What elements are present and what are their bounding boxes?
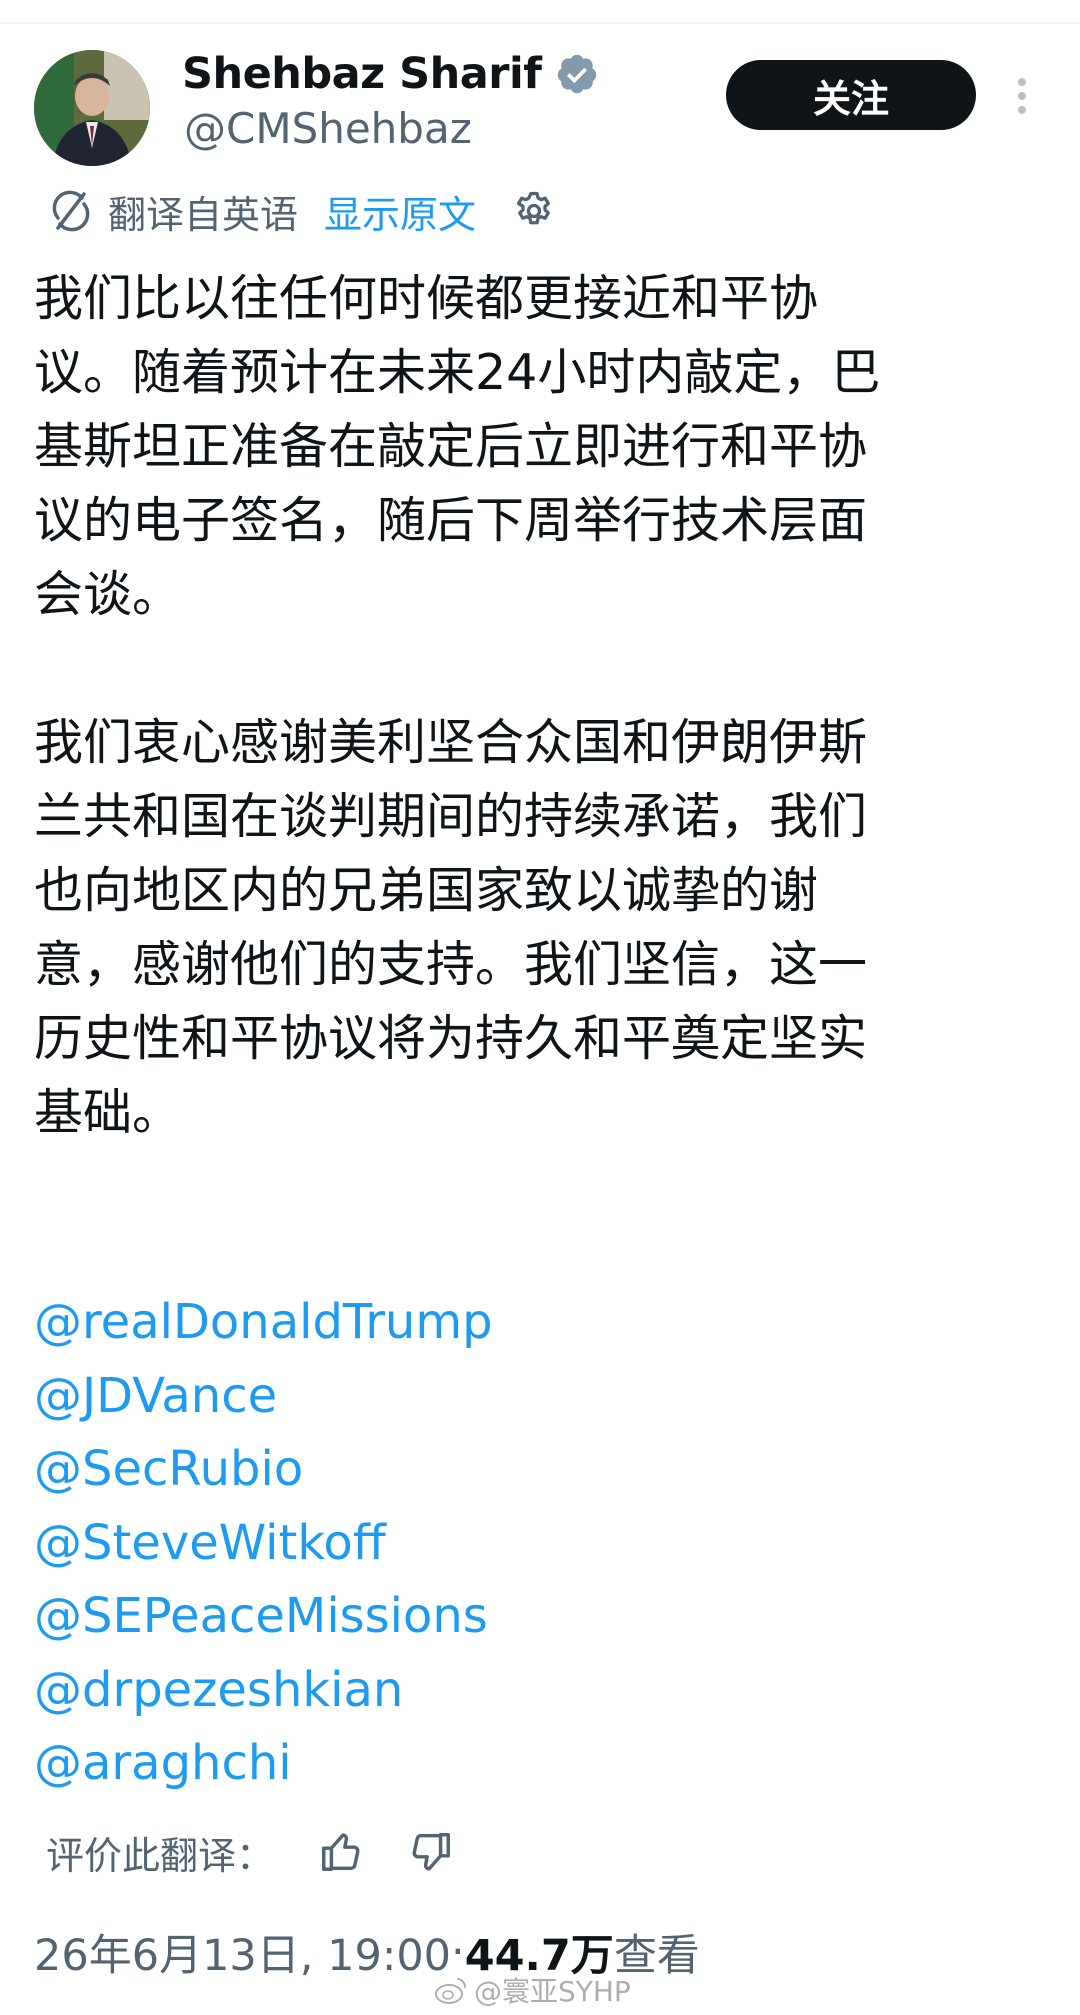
translation-bar: 翻译自英语 显示原文 bbox=[48, 178, 556, 244]
mentions-list: @realDonaldTrump @JDVance @SecRubio @Ste… bbox=[34, 1286, 493, 1801]
translated-from-label: 翻译自英语 bbox=[108, 192, 299, 237]
tweet-text-line: 历史性和平协议将为持久和平奠定坚实 bbox=[34, 1010, 868, 1067]
display-name[interactable]: Shehbaz Sharif bbox=[182, 49, 542, 99]
mention-link[interactable]: @SEPeaceMissions bbox=[34, 1580, 493, 1654]
thumbs-up-icon[interactable] bbox=[318, 1829, 364, 1875]
mention-link[interactable]: @drpezeshkian bbox=[34, 1654, 493, 1728]
tweet-text-line: 会谈。 bbox=[34, 566, 182, 623]
rate-translation-row: 评价此翻译： bbox=[46, 1822, 454, 1882]
tweet-text-line: 基础。 bbox=[34, 1084, 182, 1141]
tweet-body: 我们比以往任何时候都更接近和平协 议。随着预计在未来24小时内敲定，巴 基斯坦正… bbox=[34, 262, 1034, 1150]
rate-translation-label: 评价此翻译： bbox=[46, 1833, 275, 1878]
tweet-paragraph: 我们衷心感谢美利坚合众国和伊朗伊斯 兰共和国在谈判期间的持续承诺，我们 也向地区… bbox=[34, 706, 1034, 1150]
top-divider bbox=[0, 22, 1080, 24]
watermark: @寰亚SYHP bbox=[434, 1970, 631, 2010]
verified-badge-icon bbox=[558, 54, 597, 94]
tweet-text-line: 也向地区内的兄弟国家致以诚挚的谢 bbox=[34, 862, 819, 919]
mention-link[interactable]: @araghchi bbox=[34, 1727, 493, 1801]
tweet-text-line: 意，感谢他们的支持。我们坚信，这一 bbox=[34, 936, 868, 993]
mention-link[interactable]: @SecRubio bbox=[34, 1433, 493, 1507]
mention-link[interactable]: @realDonaldTrump bbox=[34, 1286, 493, 1360]
tweet-text-line: 议的电子签名，随后下周举行技术层面 bbox=[34, 492, 868, 549]
translate-icon bbox=[52, 190, 90, 232]
weibo-icon bbox=[435, 1978, 467, 2004]
tweet-text-line: 基斯坦正准备在敲定后立即进行和平协 bbox=[34, 418, 868, 475]
follow-button[interactable]: 关注 bbox=[726, 60, 976, 130]
more-vertical-icon[interactable] bbox=[1010, 74, 1034, 118]
user-handle[interactable]: @CMShehbaz bbox=[184, 104, 472, 153]
tweet-paragraph: 我们比以往任何时候都更接近和平协 议。随着预计在未来24小时内敲定，巴 基斯坦正… bbox=[34, 262, 1034, 632]
gear-icon[interactable] bbox=[512, 189, 556, 233]
thumbs-down-icon[interactable] bbox=[408, 1829, 454, 1875]
watermark-text: @寰亚SYHP bbox=[474, 1975, 631, 2008]
avatar[interactable] bbox=[34, 50, 150, 166]
tweet-timestamp[interactable]: 26年6月13日, 19:00 bbox=[34, 1921, 451, 1983]
tweet-text-line: 兰共和国在谈判期间的持续承诺，我们 bbox=[34, 788, 868, 845]
mention-link[interactable]: @SteveWitkoff bbox=[34, 1507, 493, 1581]
display-name-row: Shehbaz Sharif bbox=[182, 40, 599, 108]
tweet-text-line: 我们衷心感谢美利坚合众国和伊朗伊斯 bbox=[34, 714, 868, 771]
tweet-text-line: 我们比以往任何时候都更接近和平协 bbox=[34, 270, 819, 327]
tweet-text-line: 议。随着预计在未来24小时内敲定，巴 bbox=[34, 344, 881, 401]
mention-link[interactable]: @JDVance bbox=[34, 1360, 493, 1434]
show-original-link[interactable]: 显示原文 bbox=[324, 184, 476, 239]
